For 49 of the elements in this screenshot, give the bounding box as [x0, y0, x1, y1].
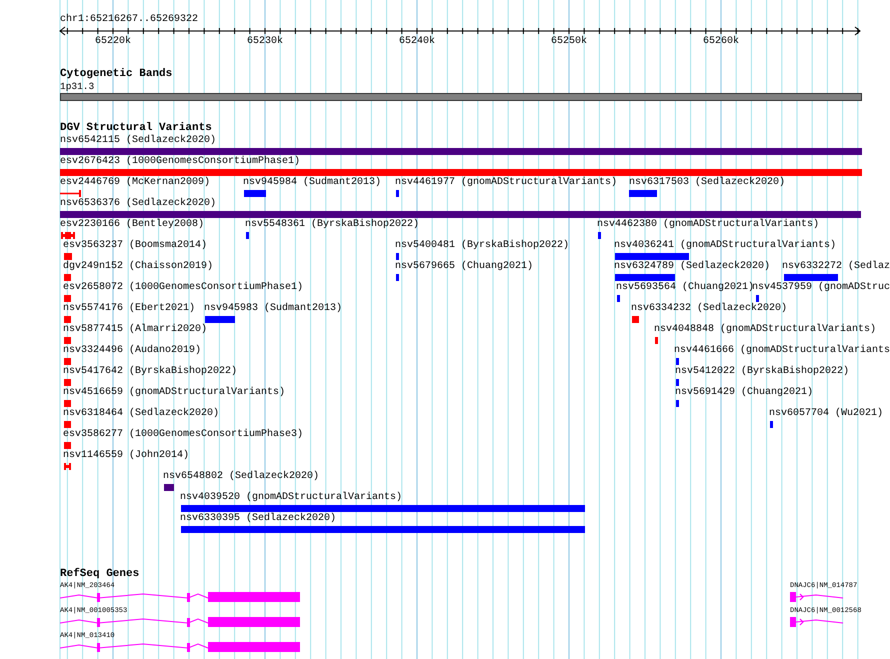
- variant-label[interactable]: nsv4461666 (gnomADStructuralVariants: [674, 345, 890, 357]
- variant-label[interactable]: esv3563237 (Boomsma2014): [63, 240, 208, 252]
- variant-label[interactable]: nsv6317503 (Sedlazeck2020): [629, 177, 786, 189]
- band-label: 1p31.3: [60, 81, 94, 92]
- variant-label[interactable]: nsv6330395 (Sedlazeck2020): [180, 513, 336, 525]
- variant-label[interactable]: nsv4462380 (gnomADStructuralVariants): [597, 219, 820, 231]
- variant-label[interactable]: esv3586277 (1000GenomesConsortiumPhase3): [63, 429, 304, 441]
- variant-label[interactable]: nsv4537959 (gnomADStruc: [752, 282, 890, 294]
- variant-label[interactable]: nsv4039520 (gnomADStructuralVariants): [180, 492, 402, 504]
- variant-label[interactable]: nsv5548361 (ByrskaBishop2022): [245, 219, 420, 231]
- ruler-tick-label: 65230k: [247, 36, 283, 48]
- ruler-tick-label: 65250k: [551, 36, 587, 48]
- track-title: RefSeq Genes: [60, 568, 140, 580]
- variant-label[interactable]: esv2446769 (McKernan2009): [60, 177, 210, 189]
- variant-label[interactable]: nsv3324496 (Audano2019): [63, 345, 202, 357]
- variant-label[interactable]: nsv6324789 (Sedlazeck2020): [614, 261, 770, 273]
- variant-label[interactable]: nsv4461977 (gnomADStructuralVariants): [395, 177, 618, 189]
- variant-label[interactable]: nsv6332272 (Sedlaz: [782, 261, 890, 273]
- variant-label[interactable]: esv2676423 (1000GenomesConsortiumPhase1): [60, 156, 300, 168]
- variant-label[interactable]: nsv945984 (Sudmant2013): [243, 177, 382, 189]
- ruler-tick-label: 65240k: [399, 36, 435, 48]
- variant-label[interactable]: nsv945983 (Sudmant2013): [204, 303, 342, 315]
- track-title: DGV Structural Variants: [60, 122, 212, 134]
- variant-label[interactable]: dgv249n152 (Chaisson2019): [63, 261, 214, 273]
- location-label: chr1:65216267..65269322: [60, 14, 198, 25]
- variant-label[interactable]: nsv5417642 (ByrskaBishop2022): [63, 366, 238, 378]
- track-title: Cytogenetic Bands: [60, 68, 172, 80]
- variant-label[interactable]: nsv5400481 (ByrskaBishop2022): [395, 240, 570, 252]
- variant-label[interactable]: nsv5691429 (Chuang2021): [675, 387, 814, 399]
- variant-label[interactable]: nsv6548802 (Sedlazeck2020): [163, 471, 320, 483]
- variant-label[interactable]: nsv5412022 (ByrskaBishop2022): [675, 366, 850, 378]
- variant-label[interactable]: esv2658072 (1000GenomesConsortiumPhase1): [63, 282, 304, 294]
- variant-label[interactable]: esv2230166 (Bentley2008): [60, 219, 204, 231]
- variant-label[interactable]: nsv5877415 (Almarri2020): [63, 324, 208, 336]
- variant-label[interactable]: nsv5574176 (Ebert2021): [63, 303, 196, 315]
- variant-label[interactable]: nsv6542115 (Sedlazeck2020): [60, 135, 216, 147]
- variant-label[interactable]: nsv4036241 (gnomADStructuralVariants): [614, 240, 836, 252]
- variant-label[interactable]: nsv6057704 (Wu2021): [769, 408, 884, 420]
- variant-label[interactable]: nsv4048848 (gnomADStructuralVariants): [654, 324, 876, 336]
- ruler-tick-label: 65260k: [703, 36, 739, 48]
- ruler-tick-label: 65220k: [95, 36, 131, 48]
- gene-model-drawing: [790, 592, 844, 602]
- variant-label[interactable]: nsv6536376 (Sedlazeck2020): [60, 198, 216, 210]
- variant-label[interactable]: nsv6318464 (Sedlazeck2020): [63, 408, 220, 420]
- gene-model-drawing: [790, 617, 844, 627]
- variant-label[interactable]: nsv1146559 (John2014): [63, 450, 190, 462]
- variant-label[interactable]: nsv6334232 (Sedlazeck2020): [631, 303, 788, 315]
- variant-label[interactable]: nsv4516659 (gnomADStructuralVariants): [63, 387, 286, 399]
- variant-label[interactable]: nsv5679665 (Chuang2021): [395, 261, 534, 273]
